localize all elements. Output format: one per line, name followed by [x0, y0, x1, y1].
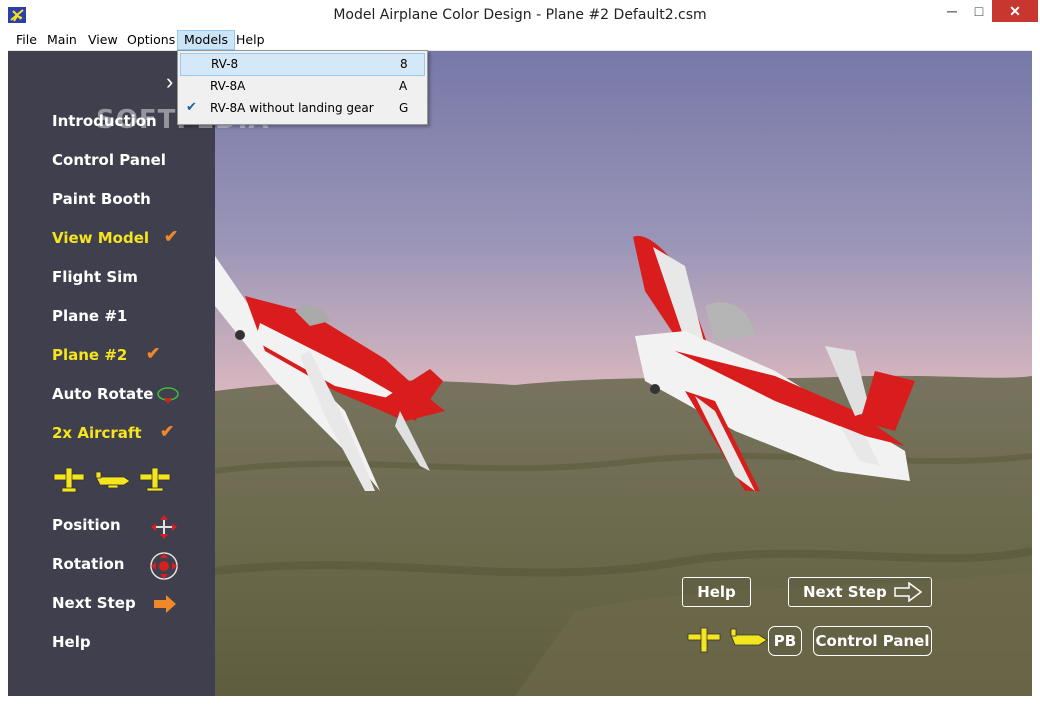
nav-control-panel[interactable]: Control Panel — [52, 151, 166, 169]
models-menu-item-rv8[interactable]: RV-8 8 — [180, 53, 425, 76]
plane-2-check-icon: ✔ — [146, 344, 161, 363]
2x-aircraft-check-icon: ✔ — [160, 422, 175, 441]
models-menu-item-rv8a-no-gear[interactable]: ✔ RV-8A without landing gear G — [180, 98, 423, 119]
rotation-icon[interactable] — [148, 551, 180, 581]
sidebar: › Introduction Control Panel Paint Booth… — [8, 51, 215, 696]
nav-view-model[interactable]: View Model — [52, 229, 149, 247]
models-dropdown-menu: RV-8 8 RV-8A A ✔ RV-8A without landing g… — [177, 50, 428, 125]
nav-next-step[interactable]: Next Step — [52, 594, 136, 612]
menu-models[interactable]: Models — [177, 30, 236, 50]
next-step-arrow-icon[interactable] — [152, 593, 178, 615]
menu-bar: File Main View Options Models Help — [8, 30, 1032, 51]
menu-item-shortcut: G — [399, 101, 409, 115]
nav-position[interactable]: Position — [52, 516, 121, 534]
app-window: Model Airplane Color Design - Plane #2 D… — [0, 0, 1040, 705]
nav-plane-2[interactable]: Plane #2 — [52, 346, 127, 364]
next-step-button[interactable]: Next Step — [788, 577, 932, 607]
chevron-right-icon[interactable]: › — [166, 69, 173, 95]
title-bar: Model Airplane Color Design - Plane #2 D… — [0, 0, 1040, 30]
menu-file[interactable]: File — [10, 31, 43, 49]
position-move-icon[interactable] — [150, 514, 178, 540]
maximize-button[interactable]: □ — [966, 0, 992, 22]
next-step-label: Next Step — [803, 583, 887, 601]
nav-paint-booth[interactable]: Paint Booth — [52, 190, 151, 208]
auto-rotate-icon[interactable] — [156, 384, 180, 406]
paint-booth-button[interactable]: PB — [768, 626, 802, 656]
close-button[interactable]: ✕ — [992, 0, 1038, 22]
help-button[interactable]: Help — [682, 577, 751, 607]
menu-view[interactable]: View — [82, 31, 124, 49]
minimize-button[interactable]: ─ — [938, 0, 966, 22]
menu-help[interactable]: Help — [230, 31, 271, 49]
nav-2x-aircraft[interactable]: 2x Aircraft — [52, 424, 142, 442]
window-title: Model Airplane Color Design - Plane #2 D… — [333, 7, 707, 23]
menu-main[interactable]: Main — [41, 31, 83, 49]
nav-flight-sim[interactable]: Flight Sim — [52, 268, 138, 286]
menu-item-label: RV-8 — [211, 57, 239, 71]
models-menu-item-rv8a[interactable]: RV-8A A — [180, 76, 423, 97]
nav-help[interactable]: Help — [52, 633, 91, 651]
plane-top-view-icon[interactable] — [52, 466, 86, 494]
view-model-check-icon: ✔ — [164, 227, 179, 246]
main-content: › Introduction Control Panel Paint Booth… — [8, 51, 1032, 696]
plane-front-view-icon[interactable] — [138, 466, 172, 494]
next-step-outline-arrow-icon — [894, 582, 923, 602]
menu-item-label: RV-8A without landing gear — [210, 101, 374, 115]
checkmark-icon: ✔ — [186, 100, 197, 115]
menu-item-shortcut: 8 — [400, 57, 408, 71]
nav-auto-rotate[interactable]: Auto Rotate — [52, 385, 153, 403]
nav-plane-1[interactable]: Plane #1 — [52, 307, 127, 325]
control-panel-button[interactable]: Control Panel — [813, 626, 932, 656]
menu-item-shortcut: A — [399, 79, 408, 93]
menu-item-label: RV-8A — [210, 79, 246, 93]
nav-rotation[interactable]: Rotation — [52, 555, 124, 573]
plane-side-view-icon[interactable] — [94, 469, 132, 491]
menu-options[interactable]: Options — [121, 31, 181, 49]
